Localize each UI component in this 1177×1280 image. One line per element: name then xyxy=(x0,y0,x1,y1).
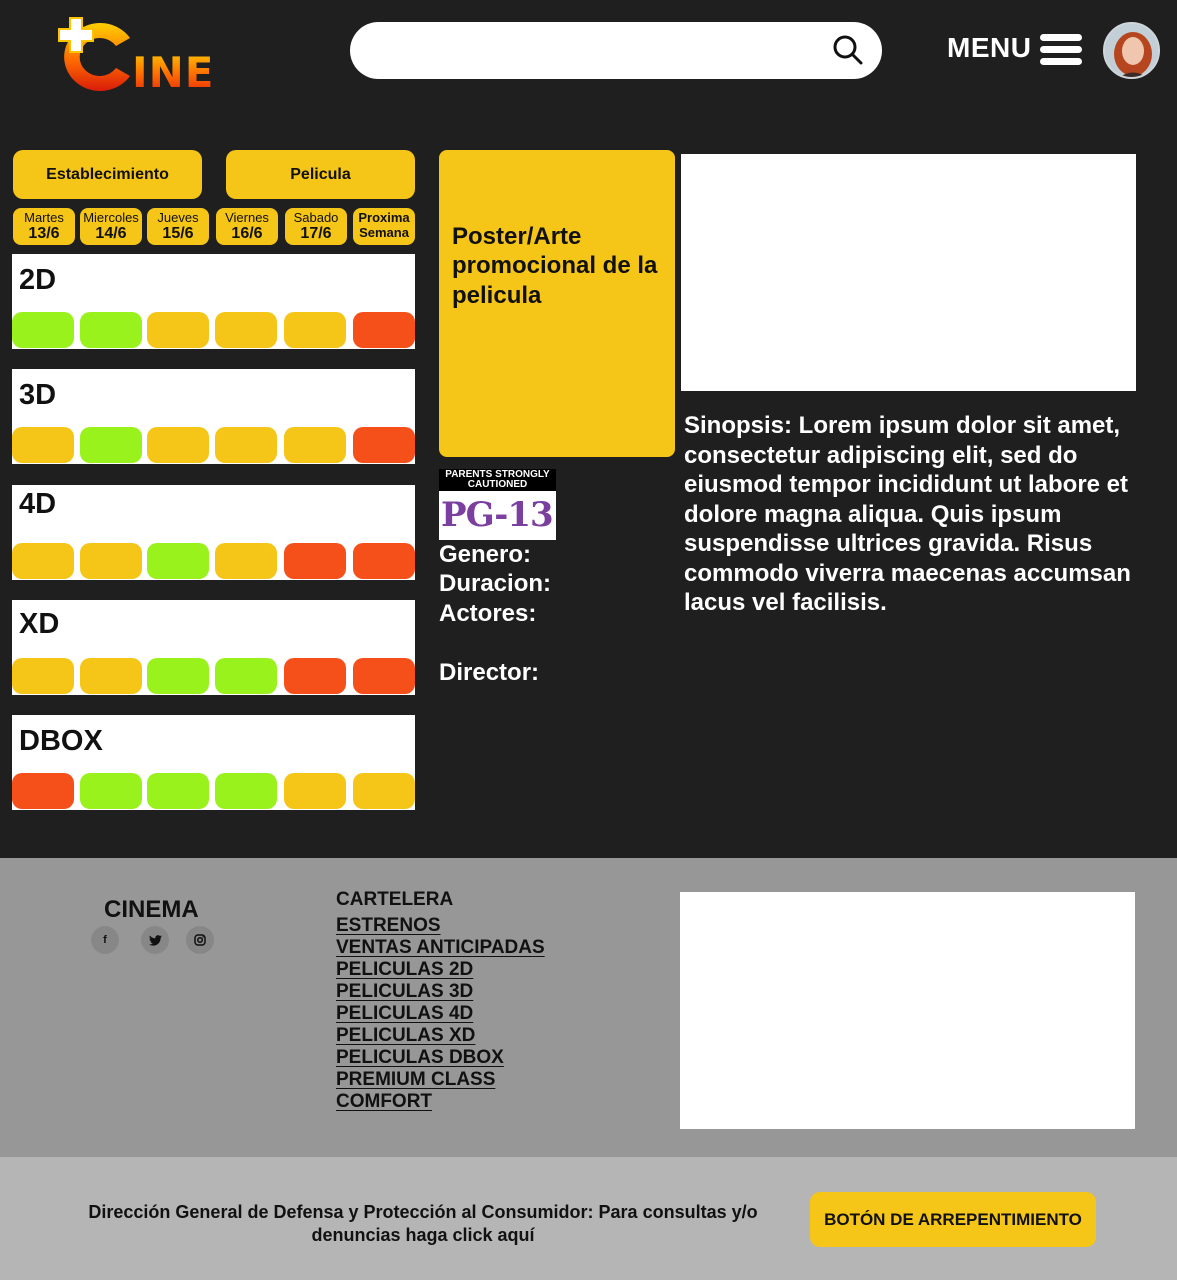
showtime-slot-limited[interactable] xyxy=(12,658,74,694)
showtime-slot-limited[interactable] xyxy=(80,543,142,579)
footer-link-peliculas-3d[interactable]: PELICULAS 3D xyxy=(336,981,473,1003)
showtime-slot-available[interactable] xyxy=(12,312,74,348)
showtime-slot-limited[interactable] xyxy=(284,312,346,348)
day-tab[interactable]: Jueves 15/6 xyxy=(147,208,209,245)
day-tab-next-week[interactable]: Proxima Semana xyxy=(353,208,415,245)
day-tab[interactable]: Sabado 17/6 xyxy=(285,208,347,245)
showtime-slot-limited[interactable] xyxy=(12,543,74,579)
showtime-slot-available[interactable] xyxy=(147,543,209,579)
trailer-video-area[interactable] xyxy=(681,154,1136,391)
day-name: Jueves xyxy=(157,210,199,225)
day-tab[interactable]: Miercoles 14/6 xyxy=(80,208,142,245)
footer-link-estrenos[interactable]: ESTRENOS xyxy=(336,915,441,937)
duration-label: Duracion: xyxy=(439,570,552,597)
footer-map-area[interactable] xyxy=(680,892,1135,1129)
showtime-slot-sold-out[interactable] xyxy=(12,773,74,809)
showtime-slot-limited[interactable] xyxy=(215,312,277,348)
logo-c-cross-icon xyxy=(58,17,130,91)
format-name: XD xyxy=(19,608,60,640)
day-name: Viernes xyxy=(225,210,269,225)
footer-links-heading: CARTELERA xyxy=(336,889,454,910)
day-date: 13/6 xyxy=(28,225,60,242)
search-bar[interactable] xyxy=(350,22,882,79)
footer-brand: CINEMA xyxy=(104,896,199,923)
cine-logo[interactable]: INE xyxy=(52,10,222,97)
genre-label: Genero: xyxy=(439,541,532,568)
poster-placeholder-text: Poster/Arte promocional de la pelicula xyxy=(452,223,658,309)
synopsis-text: Sinopsis: Lorem ipsum dolor sit amet, co… xyxy=(684,412,1131,617)
day-date: 17/6 xyxy=(300,225,332,242)
showtime-slot-limited[interactable] xyxy=(353,773,415,809)
day-name: Miercoles xyxy=(83,210,139,225)
day-name: Proxima xyxy=(358,210,410,225)
showtime-slot-available[interactable] xyxy=(80,427,142,463)
showtime-slot-available[interactable] xyxy=(80,312,142,348)
regret-button[interactable]: BOTÓN DE ARREPENTIMIENTO xyxy=(810,1192,1096,1247)
format-name: DBOX xyxy=(19,725,103,757)
showtime-slot-limited[interactable] xyxy=(215,427,277,463)
footer-link-peliculas-4d[interactable]: PELICULAS 4D xyxy=(336,1003,473,1025)
avatar-portrait-icon xyxy=(1105,24,1158,77)
format-card-2d: 2D xyxy=(12,254,415,349)
showtime-slot-limited[interactable] xyxy=(215,543,277,579)
logo-text: INE xyxy=(132,48,215,97)
instagram-icon[interactable] xyxy=(186,926,214,954)
search-input[interactable] xyxy=(370,32,810,69)
consumer-protection-link[interactable]: Dirección General de Defensa y Protecció… xyxy=(70,1201,776,1246)
director-label: Director: xyxy=(439,659,540,686)
format-card-3d: 3D xyxy=(12,369,415,464)
movie-poster[interactable]: Poster/Arte promocional de la pelicula xyxy=(439,150,675,457)
showtime-slot-limited[interactable] xyxy=(284,773,346,809)
footer-link-peliculas-2d[interactable]: PELICULAS 2D xyxy=(336,959,473,981)
format-card-xd: XD xyxy=(12,600,415,695)
footer-link-premium-class[interactable]: PREMIUM CLASS xyxy=(336,1069,495,1091)
hamburger-menu-icon[interactable] xyxy=(1040,34,1082,66)
showtime-slot-available[interactable] xyxy=(215,773,277,809)
showtime-slot-sold-out[interactable] xyxy=(284,543,346,579)
day-date: 15/6 xyxy=(162,225,194,242)
footer-link-peliculas-dbox[interactable]: PELICULAS DBOX xyxy=(336,1047,504,1069)
rating-advisory: PARENTS STRONGLY CAUTIONED xyxy=(439,469,556,491)
day-tab[interactable]: Viernes 16/6 xyxy=(216,208,278,245)
showtime-slot-available[interactable] xyxy=(215,658,277,694)
movie-button[interactable]: Pelicula xyxy=(226,150,415,199)
day-date: 16/6 xyxy=(231,225,263,242)
showtime-slot-sold-out[interactable] xyxy=(353,312,415,348)
format-name: 3D xyxy=(19,379,57,411)
rating-badge: PARENTS STRONGLY CAUTIONED PG-13 xyxy=(439,469,556,540)
format-card-4d: 4D xyxy=(12,485,415,580)
rating-code: PG-13 xyxy=(441,495,554,535)
search-icon[interactable] xyxy=(832,34,864,66)
day-date: Semana xyxy=(359,225,409,240)
showtime-slot-sold-out[interactable] xyxy=(353,543,415,579)
showtime-slot-sold-out[interactable] xyxy=(353,427,415,463)
establishment-button[interactable]: Establecimiento xyxy=(13,150,202,199)
showtime-slot-limited[interactable] xyxy=(12,427,74,463)
showtime-slot-sold-out[interactable] xyxy=(284,658,346,694)
day-date: 14/6 xyxy=(95,225,127,242)
facebook-icon[interactable]: f xyxy=(91,926,119,954)
footer-link-comfort[interactable]: COMFORT xyxy=(336,1091,432,1113)
showtime-slot-limited[interactable] xyxy=(147,427,209,463)
user-avatar[interactable] xyxy=(1103,22,1160,79)
format-name: 4D xyxy=(19,488,57,520)
showtime-slot-available[interactable] xyxy=(147,658,209,694)
showtime-slot-sold-out[interactable] xyxy=(353,658,415,694)
actors-label: Actores: xyxy=(439,600,537,627)
twitter-icon[interactable] xyxy=(141,926,169,954)
day-name: Martes xyxy=(24,210,64,225)
showtime-slot-limited[interactable] xyxy=(284,427,346,463)
menu-label[interactable]: MENU xyxy=(947,32,1031,64)
day-name: Sabado xyxy=(293,210,339,225)
showtime-slot-available[interactable] xyxy=(147,773,209,809)
day-tab[interactable]: Martes 13/6 xyxy=(13,208,75,245)
footer-link-ventas-anticipadas[interactable]: VENTAS ANTICIPADAS xyxy=(336,937,545,959)
format-name: 2D xyxy=(19,264,57,296)
showtime-slot-limited[interactable] xyxy=(147,312,209,348)
format-card-dbox: DBOX xyxy=(12,715,415,810)
footer-link-peliculas-xd[interactable]: PELICULAS XD xyxy=(336,1025,475,1047)
showtime-slot-limited[interactable] xyxy=(80,658,142,694)
showtime-slot-available[interactable] xyxy=(80,773,142,809)
